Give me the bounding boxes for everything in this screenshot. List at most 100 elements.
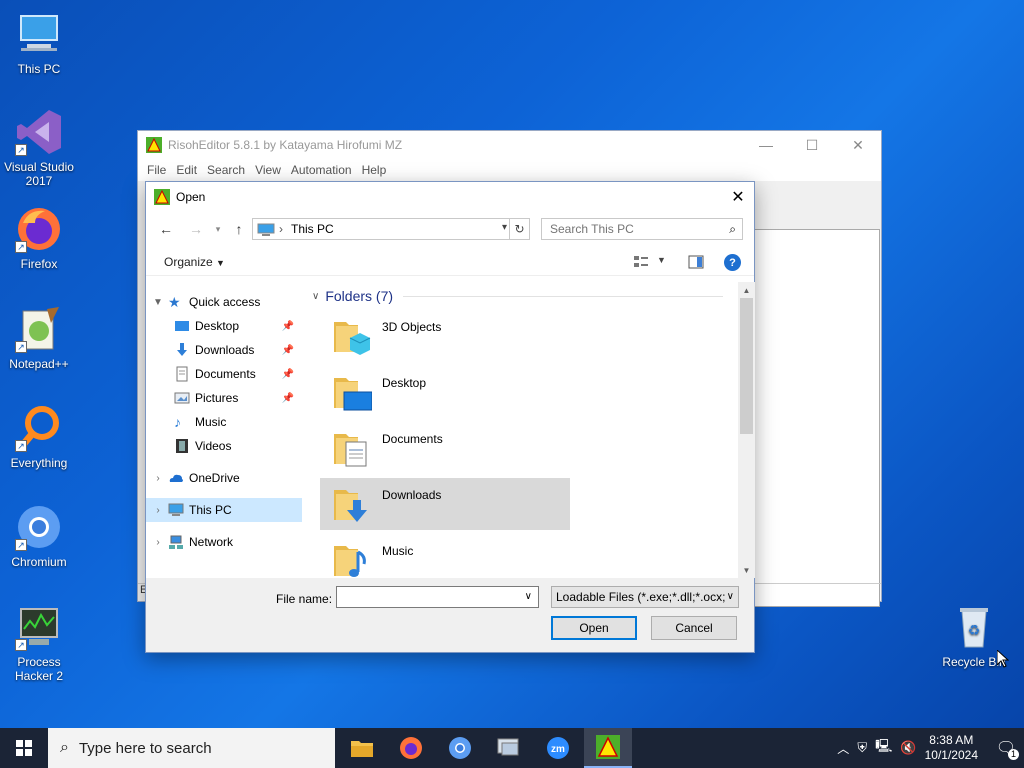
scrollbar-thumb[interactable] xyxy=(740,298,753,434)
refresh-icon[interactable]: ↻ xyxy=(509,219,529,239)
folder-tile-documents[interactable]: Documents xyxy=(320,422,570,474)
folder-tile-music[interactable]: Music xyxy=(320,534,570,578)
search-box[interactable]: ⌕ xyxy=(541,218,743,240)
view-options-icon[interactable] xyxy=(633,254,649,270)
group-header-folders[interactable]: ∨ Folders (7) xyxy=(312,288,724,304)
desktop-icon-label: Process Hacker 2 xyxy=(14,655,64,683)
taskbar-chromium[interactable] xyxy=(436,728,484,768)
address-bar[interactable]: › This PC ▾ ↻ xyxy=(252,218,530,240)
zoom-icon: zm xyxy=(547,737,569,759)
chevron-down-icon[interactable]: ▼ xyxy=(150,297,166,308)
help-icon[interactable]: ? xyxy=(724,254,741,271)
address-dropdown-icon[interactable]: ▾ xyxy=(502,222,507,233)
navigation-pane: ▼ ★ Quick access Desktop 📌 Downloads 📌 D… xyxy=(146,290,306,576)
chevron-down-icon[interactable]: ∨ xyxy=(525,591,532,602)
view-dropdown-icon[interactable]: ▼ xyxy=(657,255,666,265)
taskbar-zoom[interactable]: zm xyxy=(534,728,582,768)
back-button[interactable]: ← xyxy=(156,219,176,239)
folder-name: Downloads xyxy=(382,488,442,502)
start-button[interactable] xyxy=(0,728,48,768)
nav-label: Music xyxy=(195,415,227,429)
breadcrumb-this-pc[interactable]: This PC xyxy=(291,222,334,236)
minimize-button[interactable]: — xyxy=(743,131,789,159)
nav-item-onedrive[interactable]: › OneDrive xyxy=(146,466,302,490)
taskbar-file-explorer[interactable] xyxy=(338,728,386,768)
desktop-icon-process-hacker[interactable]: ↗ Process Hacker 2 xyxy=(1,603,77,683)
dialog-toolbar: Organize ▼ ▼ ? xyxy=(146,248,754,276)
open-button[interactable]: Open xyxy=(551,616,637,640)
scroll-up-icon[interactable]: ▲ xyxy=(738,282,755,298)
desktop-icon-this-pc[interactable]: This PC xyxy=(1,10,77,76)
organize-button[interactable]: Organize ▼ xyxy=(164,255,225,269)
3d-objects-folder-icon xyxy=(334,322,371,355)
menu-edit[interactable]: Edit xyxy=(171,163,202,177)
nav-item-videos[interactable]: Videos xyxy=(146,434,302,458)
menu-search[interactable]: Search xyxy=(202,163,250,177)
open-dialog[interactable]: Open ✕ ← → ▾ ↑ › This PC ▾ ↻ ⌕ Organize … xyxy=(145,181,755,653)
file-type-select[interactable]: Loadable Files (*.exe;*.dll;*.ocx; ∨ xyxy=(551,586,739,608)
menu-file[interactable]: File xyxy=(142,163,171,177)
chevron-down-icon[interactable]: ∨ xyxy=(724,591,734,602)
desktop-icon-everything[interactable]: ↗ Everything xyxy=(1,404,77,470)
nav-item-documents[interactable]: Documents 📌 xyxy=(146,362,302,386)
chevron-down-icon[interactable]: ∨ xyxy=(312,291,319,302)
dialog-title-bar[interactable]: Open xyxy=(146,182,754,212)
search-input[interactable] xyxy=(550,222,710,236)
breadcrumb-separator-icon: › xyxy=(279,222,283,236)
taskbar-risoheditor[interactable] xyxy=(584,728,632,768)
taskbar-clock[interactable]: 8:38 AM 10/1/2024 xyxy=(925,733,978,763)
forward-button[interactable]: → xyxy=(186,219,206,239)
nav-item-this-pc[interactable]: › This PC xyxy=(146,498,302,522)
maximize-button[interactable]: ☐ xyxy=(789,131,835,159)
nav-label: Documents xyxy=(195,367,256,381)
menu-automation[interactable]: Automation xyxy=(286,163,357,177)
chevron-right-icon[interactable]: › xyxy=(150,505,166,516)
volume-muted-icon[interactable]: 🔇 xyxy=(900,740,916,756)
nav-item-music[interactable]: ♪ Music xyxy=(146,410,302,434)
videos-folder-icon xyxy=(176,439,188,453)
file-name-field[interactable]: ∨ xyxy=(336,586,539,608)
network-icon[interactable]: 🖳 xyxy=(875,737,892,759)
downloads-folder-icon xyxy=(334,490,367,522)
nav-item-desktop[interactable]: Desktop 📌 xyxy=(146,314,302,338)
nav-item-quick-access[interactable]: ▼ ★ Quick access xyxy=(146,290,302,314)
risoheditor-logo-icon xyxy=(154,189,170,205)
recycle-bin-icon: ♻ xyxy=(950,603,998,651)
recent-locations-button[interactable]: ▾ xyxy=(208,219,228,239)
navigation-bar: ← → ▾ ↑ › This PC ▾ ↻ ⌕ xyxy=(146,216,754,242)
group-header-label: Folders (7) xyxy=(325,288,394,304)
taskbar-firefox[interactable] xyxy=(387,728,435,768)
content-scrollbar[interactable]: ▲ ▼ xyxy=(738,282,755,578)
system-tray: ︿ ⛨ 🖳 🔇 8:38 AM 10/1/2024 🗨 1 xyxy=(837,728,1024,768)
menu-help[interactable]: Help xyxy=(357,163,392,177)
desktop-icon-visual-studio[interactable]: ↗ Visual Studio 2017 xyxy=(1,108,77,188)
up-button[interactable]: ↑ xyxy=(229,219,249,239)
organize-label: Organize xyxy=(164,255,213,269)
chevron-right-icon[interactable]: › xyxy=(150,473,166,484)
star-icon: ★ xyxy=(168,294,181,310)
preview-pane-icon[interactable] xyxy=(688,254,704,270)
show-hidden-icons-icon[interactable]: ︿ xyxy=(837,740,849,757)
desktop-icon-firefox[interactable]: ↗ Firefox xyxy=(1,205,77,271)
app-editor-panel[interactable] xyxy=(752,229,880,607)
nav-item-network[interactable]: › Network xyxy=(146,530,302,554)
folder-tile-desktop[interactable]: Desktop xyxy=(320,366,570,418)
scroll-down-icon[interactable]: ▼ xyxy=(738,562,755,578)
folder-tile-downloads[interactable]: Downloads xyxy=(320,478,570,530)
cancel-button[interactable]: Cancel xyxy=(651,616,737,640)
desktop-icon-notepadpp[interactable]: ↗ Notepad++ xyxy=(1,305,77,371)
security-icon[interactable]: ⛨ xyxy=(857,740,867,756)
music-folder-icon: ♪ xyxy=(174,414,181,430)
desktop-icon-chromium[interactable]: ↗ Chromium xyxy=(1,503,77,569)
chevron-right-icon[interactable]: › xyxy=(150,537,166,548)
menu-view[interactable]: View xyxy=(250,163,286,177)
dialog-close-button[interactable]: ✕ xyxy=(722,182,754,212)
nav-label: OneDrive xyxy=(189,471,240,485)
nav-item-downloads[interactable]: Downloads 📌 xyxy=(146,338,302,362)
notification-center-button[interactable]: 🗨 1 xyxy=(988,728,1024,768)
close-button[interactable]: ✕ xyxy=(835,131,881,159)
folder-tile-3d-objects[interactable]: 3D Objects xyxy=(320,310,570,362)
taskbar-search-box[interactable]: ⌕ Type here to search xyxy=(48,728,335,768)
taskbar-control-panel[interactable] xyxy=(485,728,533,768)
nav-item-pictures[interactable]: Pictures 📌 xyxy=(146,386,302,410)
